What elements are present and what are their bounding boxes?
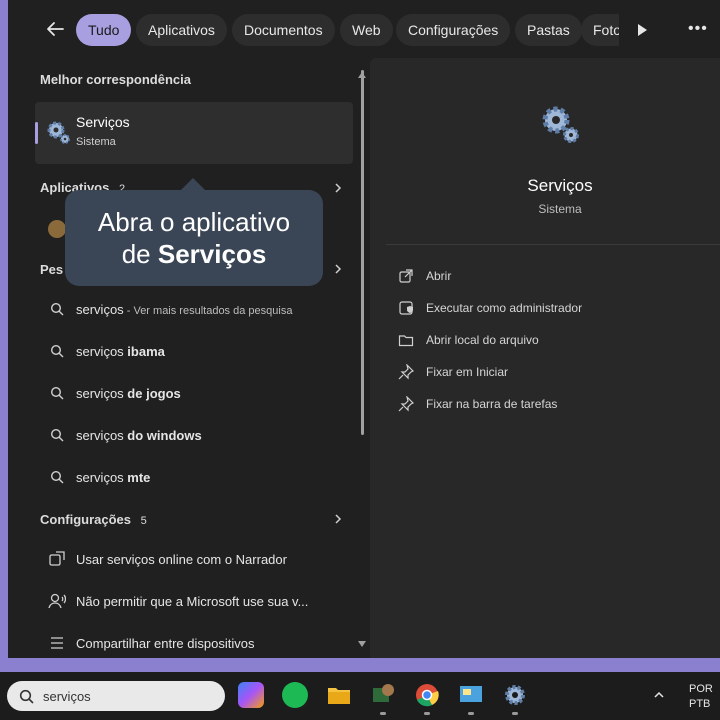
action-open-file-location[interactable]: Abrir local do arquivo: [426, 333, 539, 347]
settings-header[interactable]: Configurações 5: [40, 512, 147, 527]
language-line-1: POR: [689, 683, 713, 695]
search-icon: [50, 428, 64, 442]
copilot-icon[interactable]: [238, 682, 264, 708]
search-icon: [19, 689, 34, 704]
narrator-icon: [49, 551, 65, 566]
chevron-up-icon[interactable]: [654, 690, 664, 700]
callout-line-1: Abra o aplicativo: [97, 207, 291, 237]
taskbar: serviços POR PTB: [0, 672, 720, 720]
chevron-right-icon[interactable]: [333, 183, 343, 193]
web-result-hint: - Ver mais resultados da pesquisa: [123, 305, 293, 317]
filter-settings[interactable]: Configurações: [396, 14, 511, 46]
best-match-subtitle: Sistema: [76, 136, 116, 148]
settings-result-3[interactable]: Compartilhar entre dispositivos: [76, 636, 254, 651]
search-icon: [50, 386, 64, 400]
callout-line-2: de Serviços: [65, 238, 323, 270]
search-panel: Tudo Aplicativos Documentos Web Configur…: [8, 0, 720, 658]
divider: [386, 244, 720, 245]
web-result-query: serviços: [76, 302, 124, 317]
web-result-4[interactable]: serviços do windows: [76, 428, 202, 443]
control-panel-icon[interactable]: [458, 682, 484, 708]
gear-icon: [542, 106, 579, 143]
spotify-icon[interactable]: [282, 682, 308, 708]
running-indicator: [512, 712, 518, 715]
back-arrow-icon[interactable]: [44, 18, 66, 40]
search-icon: [50, 302, 64, 316]
settings-result-1[interactable]: Usar serviços online com o Narrador: [76, 552, 287, 567]
web-result-bold: do windows: [127, 428, 202, 443]
chevron-right-icon[interactable]: [333, 264, 343, 274]
filter-documents[interactable]: Documentos: [232, 14, 335, 46]
action-open[interactable]: Abrir: [426, 269, 451, 283]
search-icon: [50, 470, 64, 484]
running-indicator: [424, 712, 430, 715]
voice-icon: [48, 593, 66, 609]
action-pin-start[interactable]: Fixar em Iniciar: [426, 365, 508, 379]
callout-bold: Serviços: [157, 239, 267, 269]
web-result-5[interactable]: serviços mte: [76, 470, 150, 485]
chrome-icon[interactable]: [414, 682, 440, 708]
share-icon: [51, 637, 63, 649]
best-match-item[interactable]: Serviços Sistema: [35, 102, 353, 164]
filter-all[interactable]: Tudo: [76, 14, 132, 46]
filter-bar: Tudo Aplicativos Documentos Web Configur…: [8, 0, 720, 58]
results-list: Melhor correspondência Serviços Sistema …: [8, 58, 360, 658]
web-result-query: serviços: [76, 386, 128, 401]
language-indicator[interactable]: POR PTB: [689, 682, 713, 712]
filter-web[interactable]: Web: [340, 14, 393, 46]
filter-apps[interactable]: Aplicativos: [136, 14, 227, 46]
detail-app-name: Serviços: [527, 176, 593, 195]
running-indicator: [380, 712, 386, 715]
web-result-3[interactable]: serviços de jogos: [76, 386, 181, 401]
web-result-bold: ibama: [127, 344, 165, 359]
taskbar-search[interactable]: serviços: [7, 681, 225, 711]
web-result-1[interactable]: serviços - Ver mais resultados da pesqui…: [76, 302, 292, 317]
filter-photos[interactable]: Foto: [581, 14, 619, 46]
open-icon: [399, 269, 413, 283]
action-run-as-admin[interactable]: Executar como administrador: [426, 301, 582, 315]
detail-pane: Serviços Sistema Abrir Executar como adm…: [370, 58, 720, 658]
detail-app-type: Sistema: [538, 202, 582, 216]
play-icon[interactable]: [638, 24, 647, 36]
chevron-right-icon[interactable]: [333, 514, 343, 524]
web-result-query: serviços: [76, 344, 128, 359]
web-result-query: serviços: [76, 428, 128, 443]
running-indicator: [468, 712, 474, 715]
best-match-header: Melhor correspondência: [40, 72, 191, 87]
pin-icon: [398, 364, 414, 380]
instruction-callout: Abra o aplicativo de Serviços: [65, 178, 323, 286]
gear-icon[interactable]: [502, 682, 528, 708]
admin-icon: [399, 301, 413, 315]
action-pin-taskbar[interactable]: Fixar na barra de tarefas: [426, 397, 557, 411]
taskbar-search-input[interactable]: serviços: [43, 689, 91, 704]
scroll-down-icon[interactable]: [358, 641, 366, 647]
pin-icon: [398, 396, 414, 412]
language-line-2: PTB: [689, 698, 711, 710]
file-explorer-icon[interactable]: [326, 682, 352, 708]
app-icon[interactable]: [370, 682, 396, 708]
filter-folders[interactable]: Pastas: [515, 14, 582, 46]
gear-icon: [47, 121, 70, 144]
more-icon[interactable]: •••: [688, 20, 708, 38]
web-result-2[interactable]: serviços ibama: [76, 344, 165, 359]
folder-icon: [398, 335, 414, 347]
callout-prefix: de: [121, 239, 158, 269]
app-icon[interactable]: [48, 220, 66, 238]
web-result-query: serviços: [76, 470, 128, 485]
best-match-title: Serviços: [76, 114, 130, 130]
web-result-bold: mte: [127, 470, 151, 485]
selection-indicator: [35, 122, 38, 144]
settings-count: 5: [140, 515, 147, 527]
search-icon: [50, 344, 64, 358]
settings-header-label: Configurações: [40, 512, 132, 527]
scrollbar[interactable]: [361, 70, 364, 435]
web-search-header[interactable]: Pes: [40, 262, 63, 277]
settings-result-2[interactable]: Não permitir que a Microsoft use sua v..…: [76, 594, 308, 609]
callout-arrow: [181, 178, 205, 190]
web-result-bold: de jogos: [127, 386, 181, 401]
